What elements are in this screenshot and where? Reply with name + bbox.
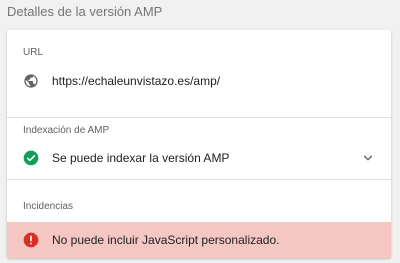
indexing-section: Indexación de AMP Se puede indexar la ve… xyxy=(7,117,391,179)
globe-icon xyxy=(23,73,39,89)
url-label: URL xyxy=(23,47,44,58)
page-title: Detalles de la versión AMP xyxy=(7,4,163,19)
indexing-status-text: Se puede indexar la versión AMP xyxy=(52,151,230,165)
issue-item[interactable]: No puede incluir JavaScript personalizad… xyxy=(7,222,391,258)
amp-details-card: URL https://echaleunvistazo.es/amp/ Inde… xyxy=(7,30,391,258)
chevron-down-icon[interactable] xyxy=(361,151,375,165)
issues-section: Incidencias No puede incluir JavaScript … xyxy=(7,179,391,258)
indexing-label: Indexación de AMP xyxy=(23,125,110,136)
url-row: https://echaleunvistazo.es/amp/ xyxy=(7,70,391,92)
url-section: URL https://echaleunvistazo.es/amp/ xyxy=(7,30,391,117)
check-circle-icon xyxy=(23,150,39,166)
url-value: https://echaleunvistazo.es/amp/ xyxy=(52,74,221,88)
issue-text: No puede incluir JavaScript personalizad… xyxy=(52,233,280,247)
issues-label: Incidencias xyxy=(23,201,74,212)
error-icon xyxy=(23,232,39,248)
indexing-status-row[interactable]: Se puede indexar la versión AMP xyxy=(7,147,391,169)
